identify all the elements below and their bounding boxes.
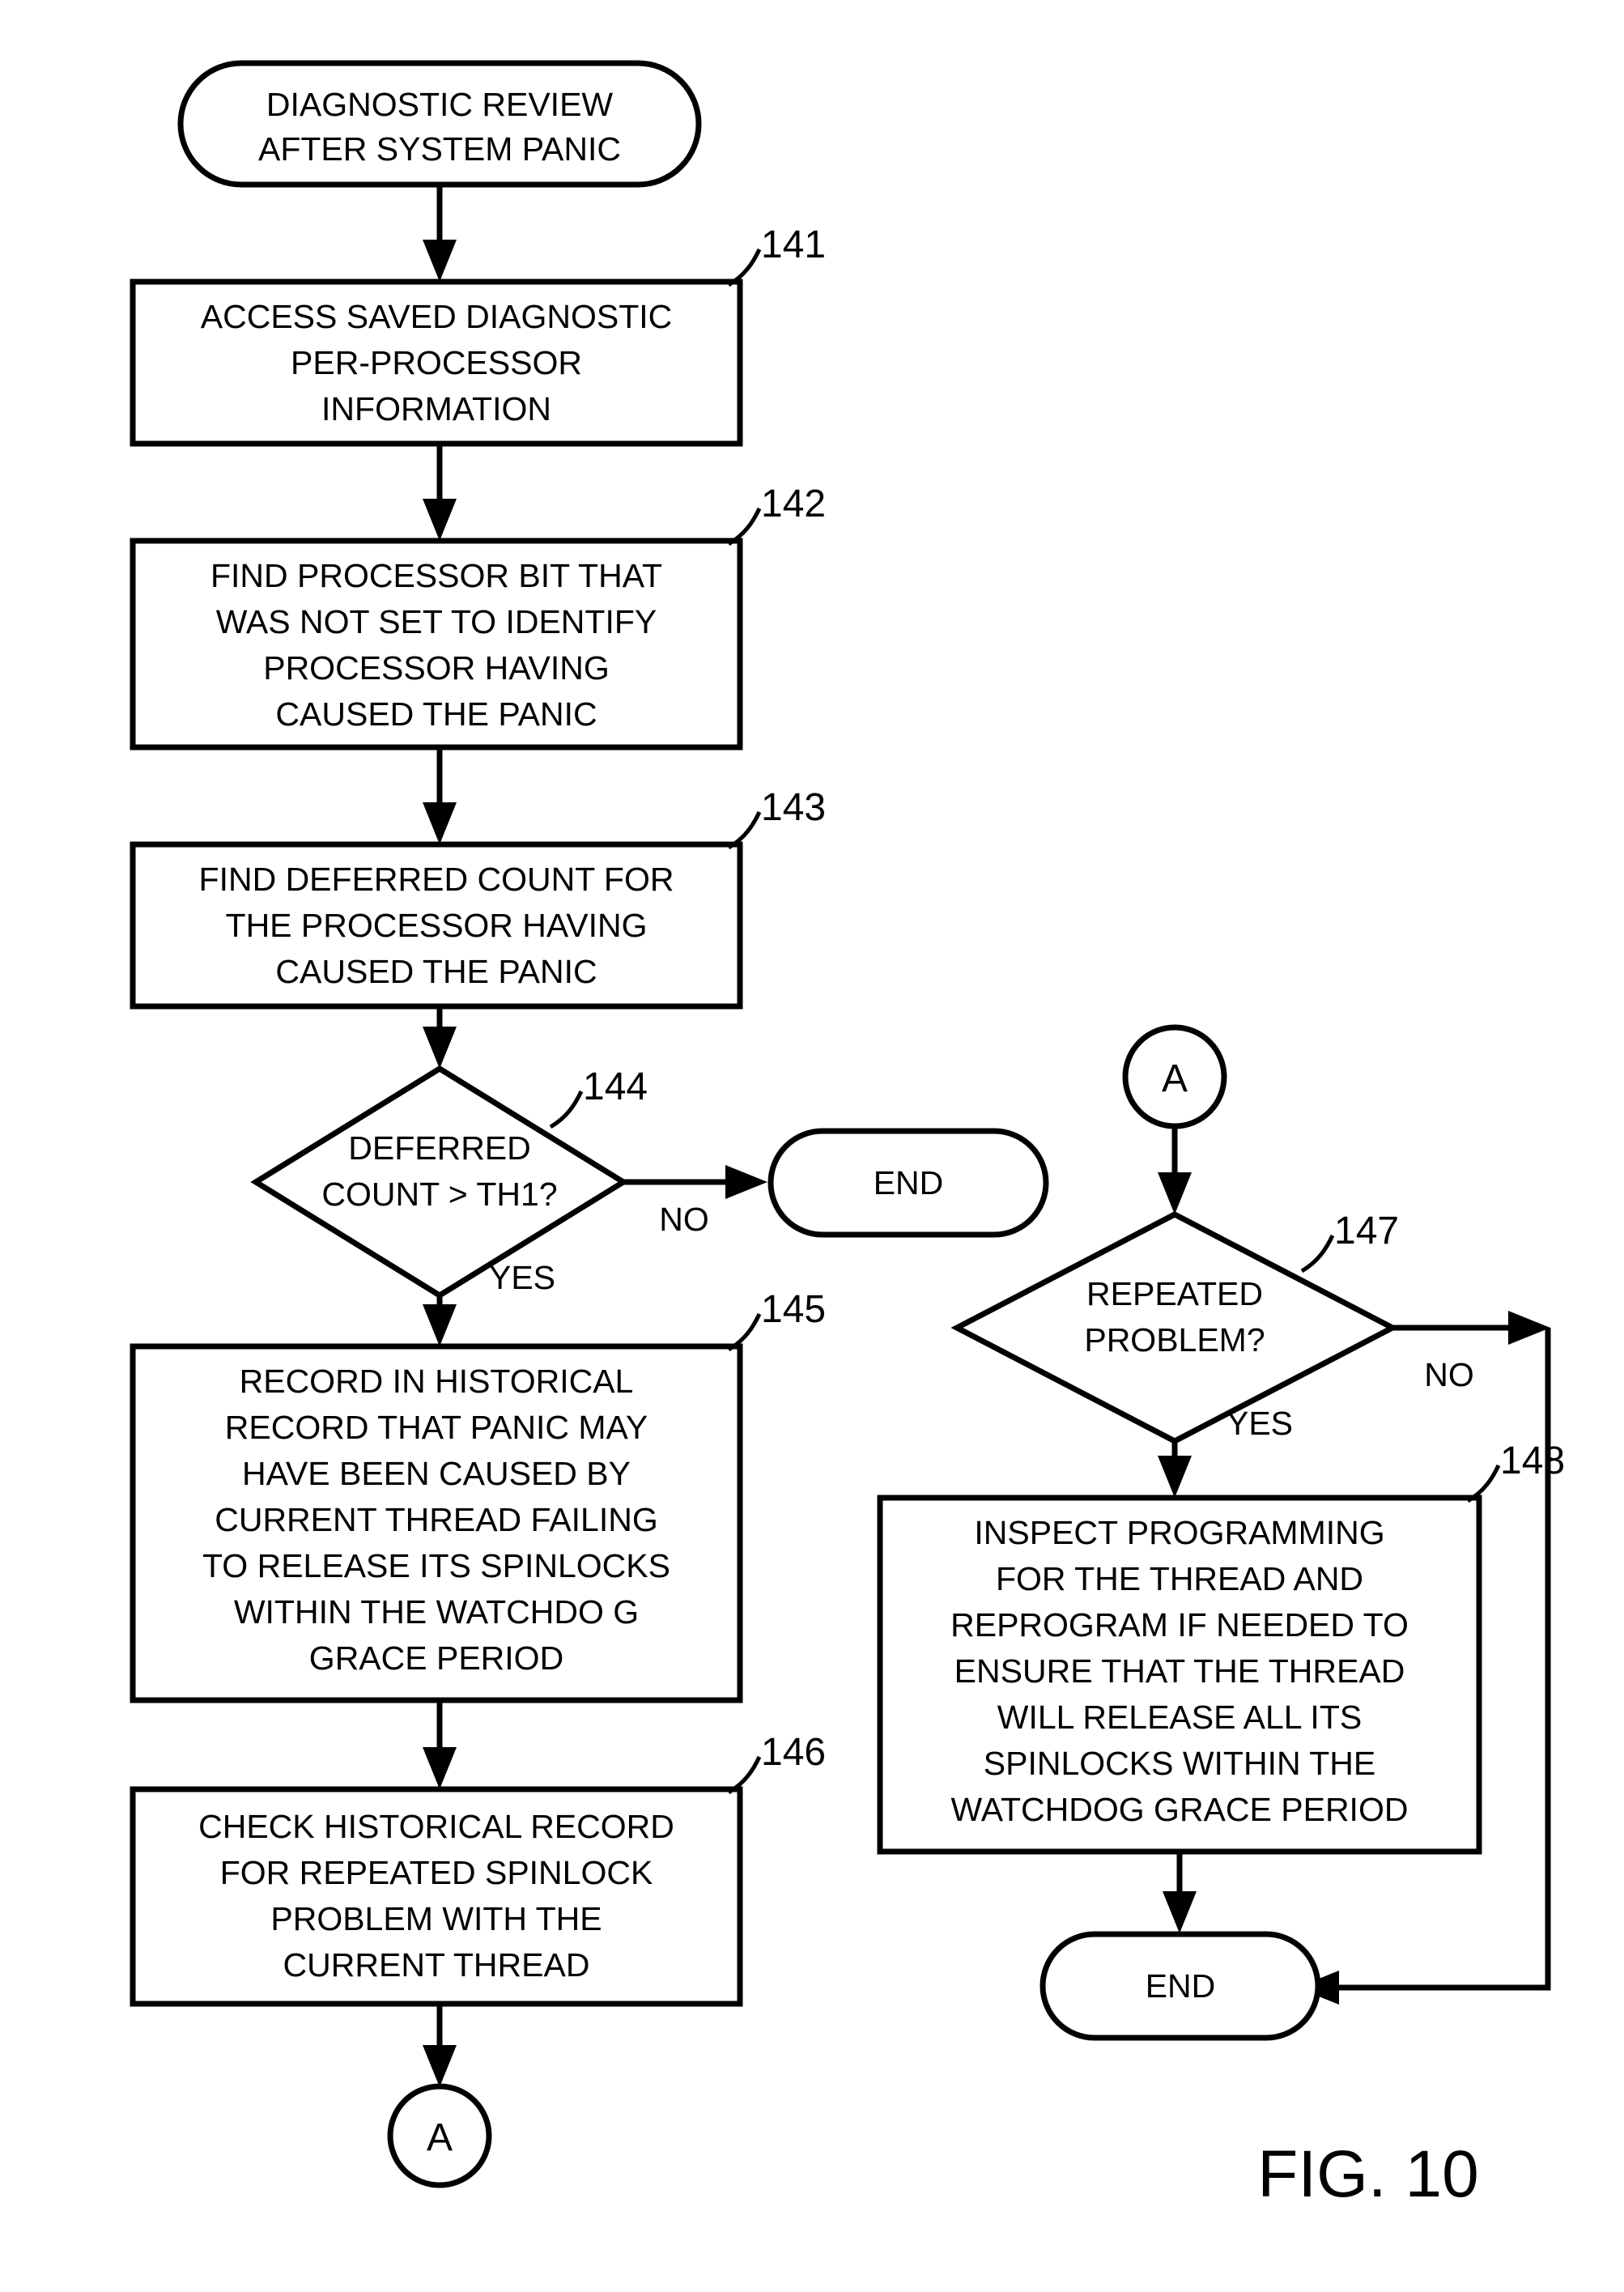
branch-label-147-no: NO [1424, 1356, 1474, 1393]
figure-label: FIG. 10 [1257, 2137, 1478, 2211]
process-box-142-line4: CAUSED THE PANIC [275, 695, 597, 733]
start-terminal-line2: AFTER SYSTEM PANIC [258, 130, 621, 168]
process-box-145: RECORD IN HISTORICAL RECORD THAT PANIC M… [130, 1343, 743, 1703]
process-box-146-line2: FOR REPEATED SPINLOCK [220, 1854, 653, 1891]
decision-diamond-147-line2: PROBLEM? [1084, 1321, 1265, 1359]
connector-circle-a-top: A [1122, 1024, 1227, 1129]
ref-numeral-142: 142 [761, 483, 826, 525]
connector-circle-a-bottom: A [387, 2083, 492, 2188]
arrow-start-to-141 [423, 185, 457, 282]
arrow-142-to-143 [423, 747, 457, 844]
process-box-143-line2: THE PROCESSOR HAVING [226, 907, 648, 944]
end-terminal-node-2: END [1039, 1931, 1321, 2041]
process-box-145-line3: HAVE BEEN CAUSED BY [242, 1455, 631, 1492]
process-box-145-line6: WITHIN THE WATCHDO G [234, 1593, 639, 1631]
process-box-143: FIND DEFERRED COUNT FOR THE PROCESSOR HA… [130, 841, 743, 1010]
ref-numeral-148: 148 [1500, 1439, 1565, 1482]
ref-leader-143: 143 [727, 786, 826, 850]
arrow-143-to-144 [423, 1006, 457, 1069]
patent-figure-page: DIAGNOSTIC REVIEW AFTER SYSTEM PANIC ACC… [0, 0, 1624, 2292]
branch-label-147-yes: YES [1227, 1405, 1293, 1442]
arrow-148-to-end2 [1163, 1852, 1197, 1933]
process-box-141-line3: INFORMATION [321, 390, 551, 427]
process-box-142: FIND PROCESSOR BIT THAT WAS NOT SET TO I… [130, 538, 743, 751]
ref-leader-147: 147 [1300, 1210, 1399, 1274]
ref-leader-144: 144 [549, 1065, 648, 1129]
arrow-147-yes-to-148 [1158, 1441, 1192, 1498]
ref-numeral-146: 146 [761, 1731, 826, 1774]
process-box-148-line5: WILL RELEASE ALL ITS [997, 1699, 1362, 1736]
process-box-148-line2: FOR THE THREAD AND [996, 1560, 1363, 1597]
ref-leader-145: 145 [727, 1288, 826, 1352]
ref-leader-142: 142 [727, 483, 826, 546]
decision-diamond-147-line1: REPEATED [1086, 1275, 1263, 1312]
branch-label-144-yes: YES [489, 1259, 555, 1296]
branch-label-144-no: NO [659, 1201, 709, 1238]
arrow-144-yes-to-145 [423, 1295, 457, 1346]
arrow-connector-a-to-147 [1158, 1126, 1192, 1214]
arrow-145-to-146 [423, 1700, 457, 1789]
process-box-142-line3: PROCESSOR HAVING [263, 649, 610, 687]
process-box-146: CHECK HISTORICAL RECORD FOR REPEATED SPI… [130, 1786, 743, 2007]
process-box-148: INSPECT PROGRAMMING FOR THE THREAD AND R… [877, 1495, 1482, 1855]
process-box-143-line3: CAUSED THE PANIC [275, 953, 597, 990]
connector-circle-a-top-label: A [1162, 1057, 1188, 1100]
ref-numeral-143: 143 [761, 786, 826, 829]
process-box-142-line2: WAS NOT SET TO IDENTIFY [216, 603, 657, 640]
process-box-148-line4: ENSURE THAT THE THREAD [954, 1652, 1405, 1690]
start-terminal-node: DIAGNOSTIC REVIEW AFTER SYSTEM PANIC [177, 60, 702, 188]
process-box-143-line1: FIND DEFERRED COUNT FOR [199, 861, 674, 898]
end-terminal-1-label: END [874, 1164, 944, 1201]
process-box-145-line1: RECORD IN HISTORICAL [240, 1363, 634, 1400]
process-box-141-line2: PER-PROCESSOR [291, 344, 582, 381]
process-box-145-line7: GRACE PERIOD [309, 1639, 563, 1677]
process-box-146-line4: CURRENT THREAD [283, 1946, 590, 1984]
process-box-145-line2: RECORD THAT PANIC MAY [225, 1409, 648, 1446]
process-box-142-line1: FIND PROCESSOR BIT THAT [210, 557, 662, 594]
arrow-144-no-to-end1 [623, 1165, 767, 1199]
decision-diamond-144: DEFERRED COUNT > TH1? [250, 1065, 629, 1299]
decision-diamond-144-line1: DEFERRED [348, 1129, 531, 1167]
process-box-146-line1: CHECK HISTORICAL RECORD [198, 1808, 674, 1845]
process-box-148-line6: SPINLOCKS WITHIN THE [984, 1745, 1375, 1782]
ref-numeral-145: 145 [761, 1288, 826, 1331]
process-box-141-line1: ACCESS SAVED DIAGNOSTIC [201, 298, 672, 335]
arrow-141-to-142 [423, 444, 457, 541]
arrow-146-to-connector-a [423, 2004, 457, 2087]
connector-circle-a-bottom-label: A [427, 2116, 453, 2159]
process-box-148-line1: INSPECT PROGRAMMING [974, 1514, 1384, 1551]
ref-leader-141: 141 [727, 223, 826, 287]
ref-numeral-141: 141 [761, 223, 826, 266]
process-box-146-line3: PROBLEM WITH THE [270, 1900, 602, 1937]
process-box-145-line4: CURRENT THREAD FAILING [215, 1501, 658, 1538]
end-terminal-node-1: END [767, 1128, 1049, 1238]
process-box-148-line7: WATCHDOG GRACE PERIOD [951, 1791, 1409, 1828]
process-box-148-line3: REPROGRAM IF NEEDED TO [950, 1606, 1409, 1644]
ref-numeral-147: 147 [1334, 1210, 1399, 1252]
start-terminal-line1: DIAGNOSTIC REVIEW [266, 86, 614, 123]
flowchart-diagram: DIAGNOSTIC REVIEW AFTER SYSTEM PANIC ACC… [130, 60, 1565, 2211]
process-box-141: ACCESS SAVED DIAGNOSTIC PER-PROCESSOR IN… [130, 279, 743, 447]
decision-diamond-144-line2: COUNT > TH1? [321, 1176, 557, 1213]
ref-numeral-144: 144 [583, 1065, 648, 1108]
end-terminal-2-label: END [1146, 1967, 1216, 2005]
ref-leader-146: 146 [727, 1731, 826, 1795]
process-box-145-line5: TO RELEASE ITS SPINLOCKS [202, 1547, 670, 1584]
